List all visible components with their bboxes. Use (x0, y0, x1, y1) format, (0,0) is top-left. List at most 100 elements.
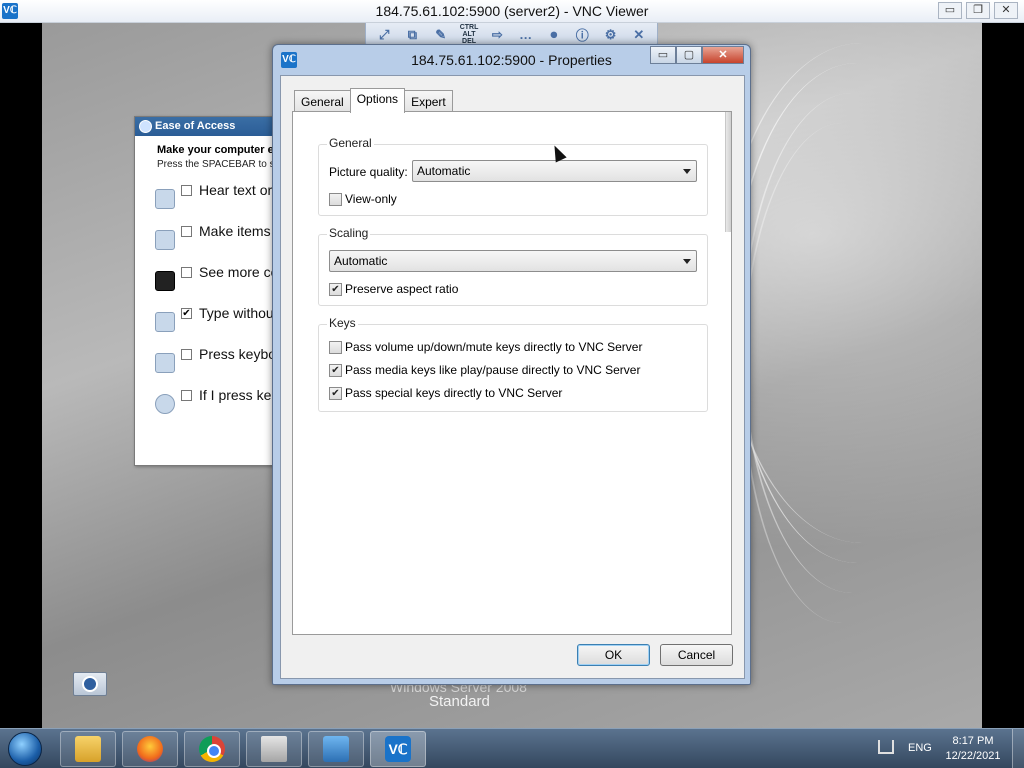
chat-icon[interactable]: … (515, 26, 537, 44)
vnc-titlebar[interactable]: Vℂ 184.75.61.102:5900 (server2) - VNC Vi… (0, 0, 1024, 23)
timer-icon (155, 394, 175, 414)
picture-quality-label: Picture quality: (329, 165, 408, 179)
volume-keys-checkbox[interactable] (329, 341, 342, 354)
ctrl-alt-del-icon[interactable]: CTRL ALT DEL (458, 24, 480, 45)
transfer-icon[interactable]: ⇨ (486, 26, 508, 44)
language-indicator[interactable]: ENG (908, 742, 932, 754)
magnifier-icon (155, 230, 175, 250)
taskbar-firefox[interactable] (122, 731, 178, 767)
special-keys-label: Pass special keys directly to VNC Server (345, 386, 563, 400)
picture-quality-dropdown[interactable]: Automatic (412, 160, 697, 182)
panel-scrollbar[interactable] (725, 112, 731, 232)
tab-strip: General Options Expert (294, 88, 453, 113)
start-button[interactable] (8, 732, 42, 766)
special-keys-checkbox[interactable]: ✔ (329, 387, 342, 400)
ease-checkbox[interactable] (181, 226, 192, 237)
ease-option-label: If I press ke (199, 387, 272, 403)
ease-option-label: See more co (199, 264, 279, 280)
fullscreen-icon[interactable]: ⤢ (373, 26, 395, 44)
windows-edition-label: Standard (429, 693, 490, 710)
taskbar-file-explorer[interactable] (60, 731, 116, 767)
clock-date: 12/22/2021 (945, 750, 1001, 762)
minimize-button[interactable]: ▭ (650, 46, 676, 64)
ease-heading: Make your computer e (157, 144, 274, 156)
cancel-button[interactable]: Cancel (660, 644, 733, 666)
dialog-body: General Options Expert General Picture q… (280, 75, 745, 679)
narrator-icon (155, 189, 175, 209)
high-contrast-icon (155, 271, 175, 291)
group-title: General (327, 136, 374, 150)
ease-title: Ease of Access (155, 120, 236, 132)
preserve-aspect-label: Preserve aspect ratio (345, 282, 459, 296)
ease-checkbox[interactable] (181, 390, 192, 401)
ease-option-label: Hear text or (199, 182, 273, 198)
wallpaper-swoosh (722, 43, 1002, 543)
close-button[interactable]: ✕ (994, 2, 1018, 19)
settings-icon[interactable]: ⚙ (600, 26, 622, 44)
on-screen-keyboard-icon (155, 312, 175, 332)
chevron-down-icon (683, 259, 691, 264)
server-manager-icon (323, 736, 349, 762)
record-icon[interactable]: ⏺ (543, 26, 565, 44)
taskbar-vnc-viewer[interactable]: Vℂ (370, 731, 426, 767)
ease-subtitle: Press the SPACEBAR to se (157, 159, 281, 170)
minimize-button[interactable]: ▭ (938, 2, 962, 19)
show-desktop-button[interactable] (1012, 729, 1024, 768)
network-icon[interactable] (878, 740, 894, 754)
ease-option-label: Press keybo (199, 346, 277, 362)
clock[interactable]: 8:17 PM 12/22/2021 (944, 734, 1002, 764)
group-title: Scaling (327, 226, 371, 240)
taskbar-media[interactable] (246, 731, 302, 767)
firefox-icon (137, 736, 163, 762)
media-keys-checkbox[interactable]: ✔ (329, 364, 342, 377)
vnc-window-title: 184.75.61.102:5900 (server2) - VNC Viewe… (375, 3, 649, 19)
media-icon (261, 736, 287, 762)
ease-checkbox[interactable] (181, 185, 192, 196)
scale-icon[interactable]: ⧉ (401, 26, 423, 44)
info-icon[interactable]: ⓘ (571, 26, 593, 44)
taskbar-server-manager[interactable] (308, 731, 364, 767)
sticky-keys-icon (155, 353, 175, 373)
ease-checkbox[interactable]: ✔ (181, 308, 192, 319)
ease-checkbox[interactable] (181, 267, 192, 278)
close-icon[interactable]: ✕ (628, 26, 650, 44)
scaling-dropdown[interactable]: Automatic (329, 250, 697, 272)
view-only-checkbox[interactable] (329, 193, 342, 206)
properties-dialog[interactable]: Vℂ 184.75.61.102:5900 - Properties ▭ ▢ ✕… (272, 44, 751, 685)
dialog-titlebar[interactable]: Vℂ 184.75.61.102:5900 - Properties ▭ ▢ ✕ (273, 45, 750, 75)
general-group: General Picture quality: Automatic View-… (318, 136, 708, 216)
ease-option-label: Type withou (199, 305, 274, 321)
tab-general[interactable]: General (294, 90, 351, 112)
ease-of-access-button[interactable] (73, 672, 107, 696)
chrome-icon (199, 736, 225, 762)
ease-checkbox[interactable] (181, 349, 192, 360)
close-button[interactable]: ✕ (702, 46, 744, 64)
restore-button[interactable]: ❐ (966, 2, 990, 19)
chevron-down-icon (683, 169, 691, 174)
media-keys-label: Pass media keys like play/pause directly… (345, 363, 641, 377)
tab-expert[interactable]: Expert (404, 90, 453, 112)
vnc-viewer-icon: Vℂ (385, 736, 411, 762)
options-panel: General Picture quality: Automatic View-… (292, 111, 732, 635)
group-title: Keys (327, 316, 358, 330)
tab-options[interactable]: Options (349, 88, 406, 113)
keys-group: Keys Pass volume up/down/mute keys direc… (318, 316, 708, 412)
ease-of-access-icon (82, 676, 98, 692)
file-explorer-icon (75, 736, 101, 762)
clock-time: 8:17 PM (952, 735, 994, 747)
preserve-aspect-checkbox[interactable]: ✔ (329, 283, 342, 296)
ease-of-access-window[interactable]: Ease of Access Make your computer e Pres… (134, 116, 284, 466)
ease-option-label: Make items (199, 223, 271, 239)
ease-titlebar[interactable]: Ease of Access (135, 117, 283, 136)
picture-quality-value: Automatic (417, 164, 471, 178)
annotate-icon[interactable]: ✎ (430, 26, 452, 44)
view-only-label: View-only (345, 192, 397, 206)
taskbar-chrome[interactable] (184, 731, 240, 767)
scaling-value: Automatic (334, 254, 388, 268)
taskbar: Vℂ (0, 728, 1024, 768)
ease-of-access-icon (139, 120, 152, 133)
scaling-group: Scaling Automatic ✔ Preserve aspect rati… (318, 226, 708, 306)
maximize-button[interactable]: ▢ (676, 46, 702, 64)
volume-keys-label: Pass volume up/down/mute keys directly t… (345, 340, 643, 354)
ok-button[interactable]: OK (577, 644, 650, 666)
